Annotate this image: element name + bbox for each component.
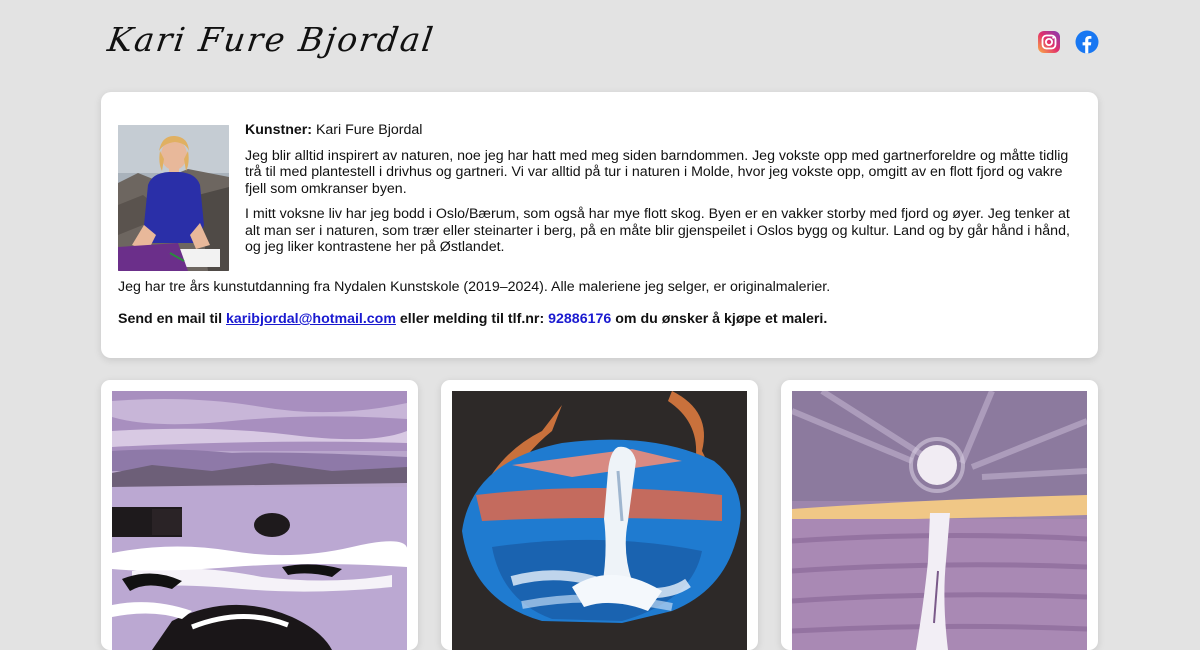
gallery-card[interactable] (441, 380, 758, 650)
artist-label: Kunstner: (245, 122, 312, 138)
painting-image[interactable] (792, 391, 1087, 650)
painting-image[interactable] (112, 391, 407, 650)
artist-photo (118, 125, 229, 271)
artist-name: Kari Fure Bjordal (315, 122, 423, 138)
contact-prefix: Send en mail til (118, 311, 223, 327)
gallery-card[interactable] (101, 380, 418, 650)
education-text: Jeg har tre års kunstutdanning fra Nydal… (118, 279, 831, 295)
site-logo[interactable]: Kari Fure Bjordal (105, 20, 437, 59)
gallery-card[interactable] (781, 380, 1098, 650)
about-card: Kunstner: Kari Fure Bjordal Jeg blir all… (101, 92, 1098, 358)
painting-image[interactable] (452, 391, 747, 650)
site-header: Kari Fure Bjordal (0, 0, 1200, 90)
instagram-icon[interactable] (1037, 30, 1061, 54)
contact-line: Send en mail til karibjordal@hotmail.com… (118, 311, 1088, 328)
email-link[interactable]: karibjordal@hotmail.com (226, 311, 396, 327)
artist-line: Kunstner: Kari Fure Bjordal (245, 122, 1085, 139)
contact-middle: eller melding til tlf.nr: (399, 311, 545, 327)
about-paragraph-2: I mitt voksne liv har jeg bodd i Oslo/Bæ… (245, 206, 1070, 255)
about-paragraph-1: Jeg blir alltid inspirert av naturen, no… (245, 147, 1069, 197)
contact-suffix: om du ønsker å kjøpe et maleri. (615, 311, 828, 327)
phone-number[interactable]: 92886176 (548, 311, 611, 327)
facebook-icon[interactable] (1075, 30, 1099, 54)
about-text: Kunstner: Kari Fure Bjordal Jeg blir all… (245, 122, 1085, 265)
